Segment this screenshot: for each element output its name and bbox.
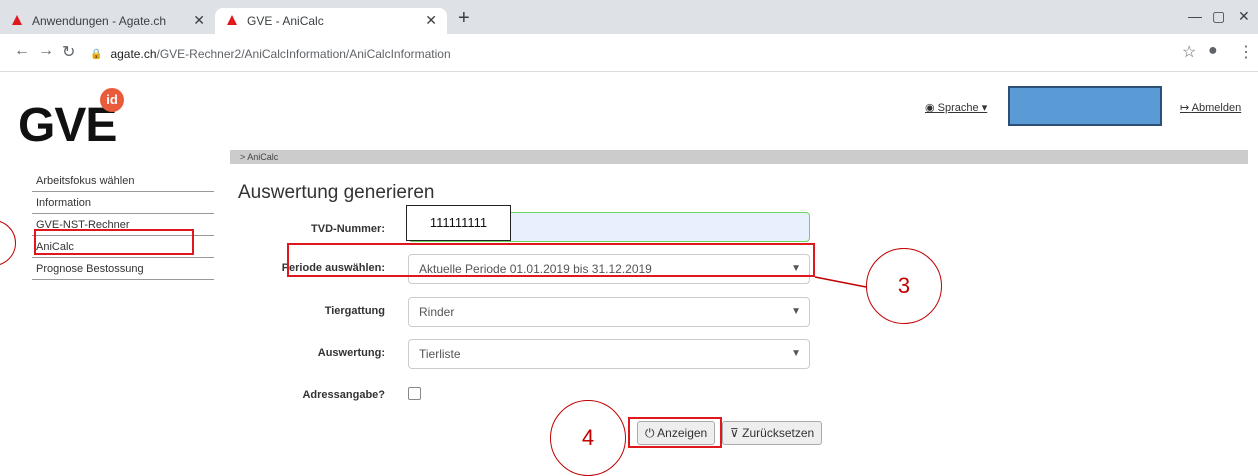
auswertung-value: Tierliste bbox=[419, 347, 461, 361]
tab-agate-label: Anwendungen - Agate.ch bbox=[32, 14, 167, 28]
maximize-icon[interactable]: ▢ bbox=[1212, 8, 1225, 25]
zuruecksetzen-button[interactable]: ⊽ Zurücksetzen bbox=[722, 421, 823, 445]
profile-icon[interactable]: ● bbox=[1208, 42, 1218, 60]
url-path: /GVE-Rechner2/AniCalcInformation/AniCalc… bbox=[156, 47, 451, 61]
sprache-dropdown[interactable]: ◉ Sprache ▾ bbox=[925, 101, 987, 114]
gve-logo: GVE id bbox=[18, 88, 128, 158]
zuruecksetzen-label: Zurücksetzen bbox=[742, 426, 815, 440]
tab-gve-anicalc[interactable]: GVE - AniCalc ✕ bbox=[215, 8, 447, 34]
globe-icon: ◉ bbox=[925, 102, 935, 114]
abmelden-link[interactable]: ↦ Abmelden bbox=[1180, 101, 1241, 114]
window-close-icon[interactable]: ✕ bbox=[1238, 8, 1250, 25]
tvd-value: 111111111 bbox=[406, 205, 511, 241]
sidebar-item-information[interactable]: Information bbox=[32, 192, 214, 214]
annotation-circle-partial bbox=[0, 220, 16, 266]
star-icon[interactable]: ☆ bbox=[1182, 42, 1196, 62]
page-title: Auswertung generieren bbox=[238, 182, 435, 203]
auswertung-label: Auswertung: bbox=[317, 347, 385, 359]
address-bar: ← → ↻ 🔒 agate.ch /GVE-Rechner2/AniCalcIn… bbox=[0, 34, 1258, 72]
minimize-icon[interactable]: — bbox=[1188, 8, 1202, 24]
close-tab-icon[interactable]: ✕ bbox=[425, 12, 437, 29]
back-icon[interactable]: ← bbox=[14, 42, 30, 60]
reload-icon[interactable]: ↻ bbox=[62, 42, 75, 62]
adresse-label: Adressangabe? bbox=[302, 389, 385, 401]
tvd-label: TVD-Nummer: bbox=[311, 223, 385, 235]
annotation-circle-step-3: 3 bbox=[866, 248, 942, 324]
close-tab-icon[interactable]: ✕ bbox=[193, 12, 205, 29]
sidebar-item-arbeitsfokus[interactable]: Arbeitsfokus wählen bbox=[32, 170, 214, 192]
agate-favicon-icon bbox=[227, 15, 237, 25]
url-field[interactable]: 🔒 agate.ch /GVE-Rechner2/AniCalcInformat… bbox=[90, 42, 1140, 66]
logo-badge: id bbox=[100, 88, 124, 112]
logout-icon: ↦ bbox=[1180, 102, 1190, 114]
sprache-label: Sprache ▾ bbox=[937, 102, 988, 114]
sidebar-item-prognose[interactable]: Prognose Bestossung bbox=[32, 258, 214, 280]
annotation-highlight-anicalc bbox=[34, 229, 194, 255]
tab-gve-label: GVE - AniCalc bbox=[247, 14, 324, 28]
auswertung-select[interactable]: Tierliste ▼ bbox=[408, 339, 810, 369]
breadcrumb: > AniCalc bbox=[230, 150, 1248, 164]
chevron-down-icon: ▼ bbox=[791, 348, 801, 359]
tab-agate[interactable]: Anwendungen - Agate.ch ✕ bbox=[0, 8, 215, 34]
lock-icon: 🔒 bbox=[90, 48, 103, 60]
forward-icon[interactable]: → bbox=[38, 42, 54, 60]
url-host: agate.ch bbox=[110, 47, 157, 61]
abmelden-label: Abmelden bbox=[1191, 102, 1242, 114]
annotation-highlight-anzeigen bbox=[628, 417, 722, 448]
menu-icon[interactable]: ⋮ bbox=[1238, 42, 1254, 62]
redacted-user-box bbox=[1008, 86, 1162, 126]
chevron-down-icon: ▼ bbox=[791, 306, 801, 317]
browser-tab-bar: Anwendungen - Agate.ch ✕ GVE - AniCalc ✕… bbox=[0, 0, 1258, 34]
tiergattung-value: Rinder bbox=[419, 305, 455, 319]
annotation-circle-step-4: 4 bbox=[550, 400, 626, 476]
filter-icon: ⊽ bbox=[730, 426, 739, 440]
agate-favicon-icon bbox=[12, 15, 22, 25]
sidebar: Arbeitsfokus wählen Information GVE-NST-… bbox=[32, 170, 214, 280]
tiergattung-select[interactable]: Rinder ▼ bbox=[408, 297, 810, 327]
new-tab-icon[interactable]: + bbox=[458, 7, 470, 30]
annotation-highlight-periode bbox=[287, 243, 815, 277]
tiergattung-label: Tiergattung bbox=[324, 305, 385, 317]
adresse-checkbox[interactable] bbox=[408, 387, 421, 400]
